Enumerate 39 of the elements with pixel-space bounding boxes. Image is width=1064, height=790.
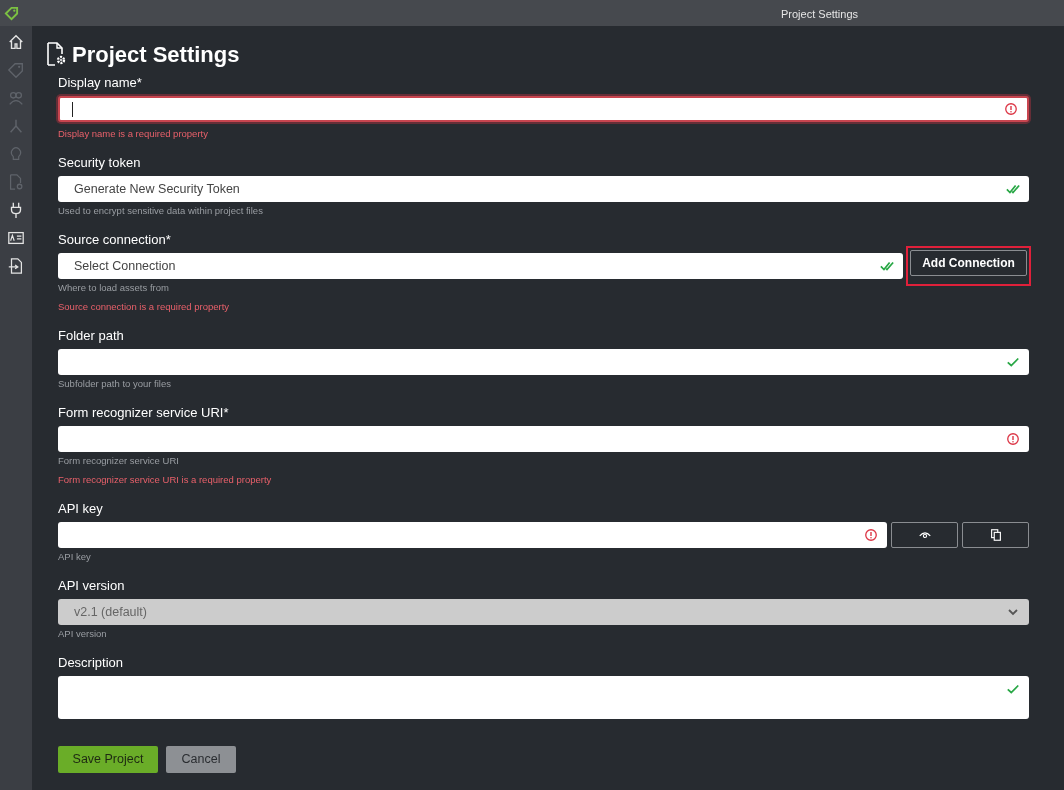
cancel-button[interactable]: Cancel	[166, 746, 236, 773]
text-field[interactable]	[58, 426, 1029, 452]
add-connection-button[interactable]: Add Connection	[910, 250, 1027, 276]
save-button[interactable]: Save Project	[58, 746, 158, 773]
field-label: Form recognizer service URI*	[58, 404, 230, 422]
error-message: Display name is a required property	[58, 127, 209, 141]
field-label: Security token	[58, 154, 142, 172]
error-message: Source connection is a required property	[58, 300, 231, 314]
id-card-icon[interactable]	[7, 229, 25, 247]
text-field[interactable]	[58, 96, 1029, 122]
help-text: Used to encrypt sensitive data within project files	[58, 204, 264, 218]
description-textarea[interactable]	[58, 676, 1029, 719]
copy-key-button[interactable]	[962, 522, 1029, 548]
window-title: Project Settings	[781, 7, 859, 22]
password-field[interactable]	[58, 522, 887, 548]
select-field[interactable]: Generate New Security Token	[58, 176, 1029, 202]
help-text: Subfolder path to your files	[58, 377, 172, 391]
tag-logo-icon	[4, 5, 19, 21]
help-text: Form recognizer service URI	[58, 454, 180, 468]
text-cursor	[72, 101, 73, 117]
copy-icon	[988, 528, 1003, 542]
document-arrow-icon[interactable]	[7, 257, 25, 275]
text-field[interactable]	[58, 349, 1029, 375]
field-label: Folder path	[58, 327, 125, 345]
field-label: API key	[58, 500, 104, 518]
help-text: API key	[58, 550, 92, 564]
page-title: Project Settings	[72, 40, 240, 69]
show-key-button[interactable]	[891, 522, 958, 548]
error-message: Form recognizer service URI is a required property	[58, 473, 273, 487]
field-label: API version	[58, 577, 126, 595]
home-icon[interactable]	[7, 33, 25, 51]
field-label: Description	[58, 654, 125, 672]
document-gear-icon	[46, 42, 66, 66]
help-text: Where to load assets from	[58, 281, 170, 295]
field-label: Source connection*	[58, 231, 172, 249]
chevron-down-icon	[1007, 606, 1019, 618]
field-label: Display name*	[58, 74, 143, 92]
select-field[interactable]: Select Connection	[58, 253, 903, 279]
help-text: API version	[58, 627, 108, 641]
